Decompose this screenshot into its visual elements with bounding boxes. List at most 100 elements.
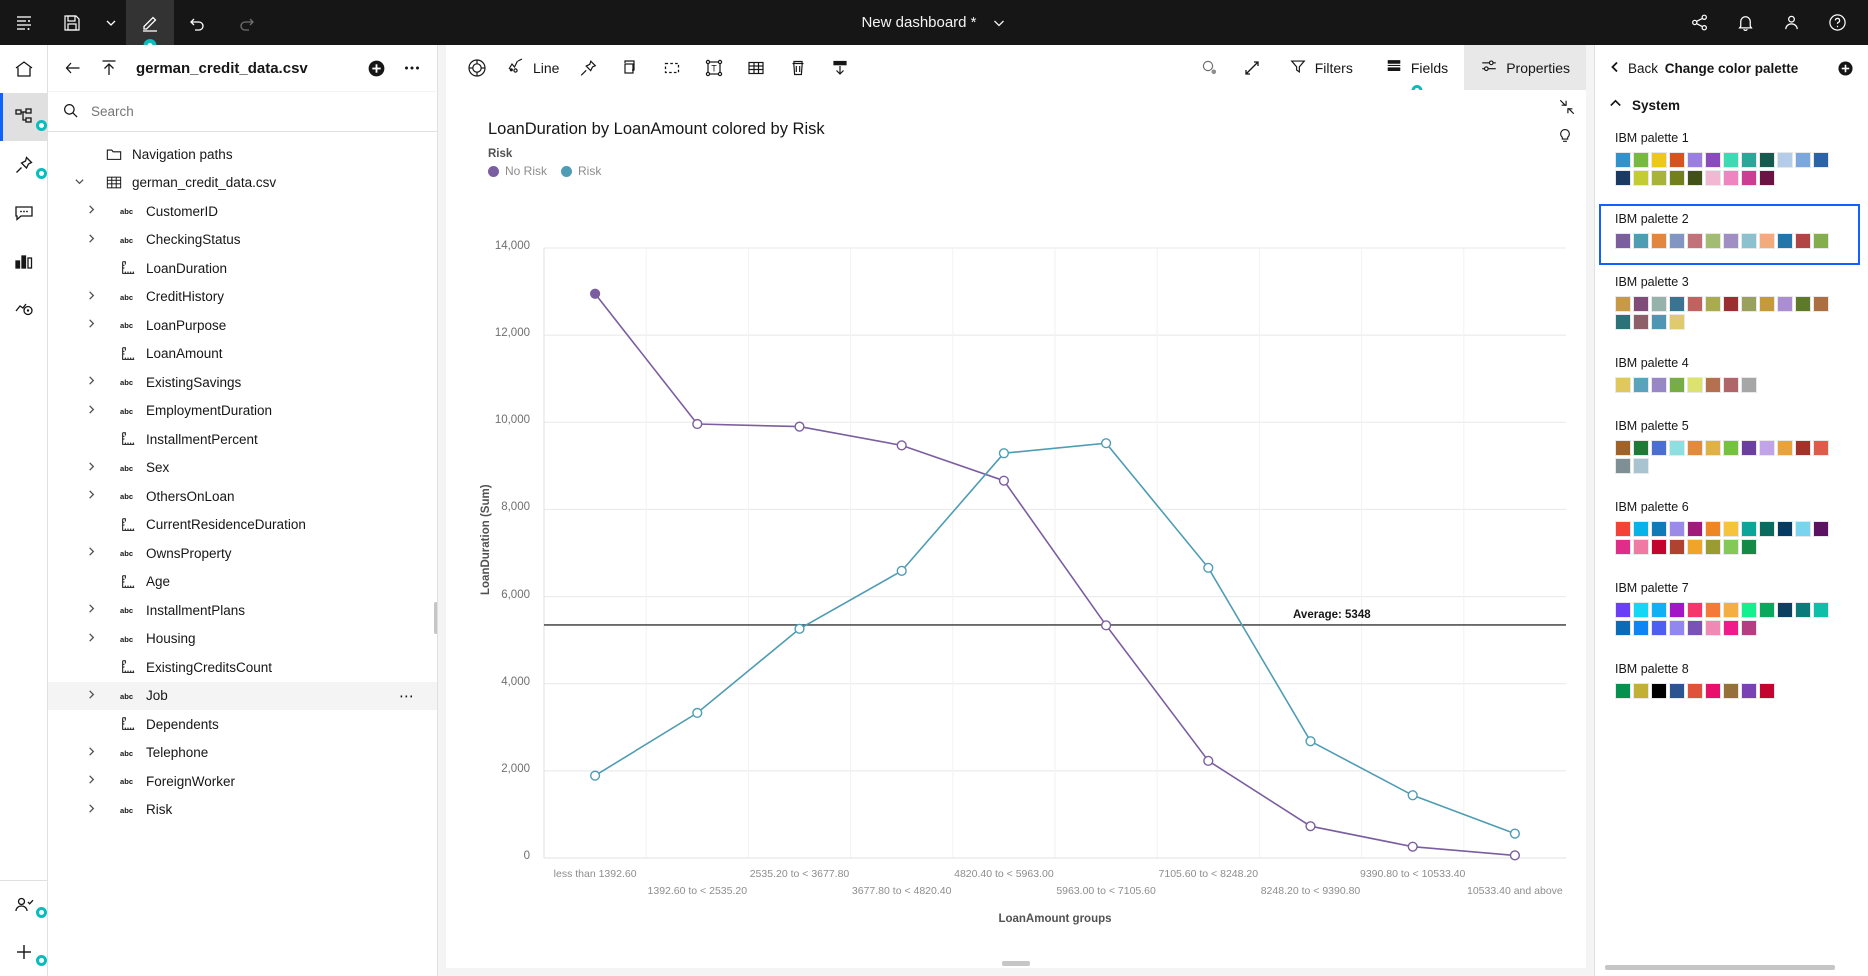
data-point[interactable] — [1100, 438, 1112, 449]
expand-icon[interactable] — [1231, 45, 1273, 90]
chevron-down-icon[interactable] — [72, 176, 86, 190]
user-avatar-icon[interactable] — [1768, 0, 1814, 45]
zoom-icon[interactable] — [1189, 45, 1231, 90]
data-point[interactable] — [1509, 828, 1521, 839]
row-overflow-menu-icon[interactable]: ⋯ — [399, 687, 415, 705]
data-point[interactable] — [1407, 841, 1418, 852]
rail-item-pinned[interactable] — [0, 141, 48, 189]
tree-item-ownsproperty[interactable]: abc OwnsProperty — [48, 539, 437, 568]
data-point[interactable] — [1305, 736, 1316, 747]
tab-fields[interactable]: Fields — [1369, 45, 1464, 96]
rail-item-collaborate[interactable] — [0, 880, 48, 928]
undo-icon[interactable] — [174, 0, 222, 45]
rail-item-explore[interactable] — [0, 285, 48, 333]
data-point[interactable] — [1203, 755, 1214, 766]
palette-option-3[interactable]: IBM palette 3 — [1599, 267, 1860, 346]
visualization-canvas[interactable]: LoanDuration by LoanAmount colored by Ri… — [446, 90, 1586, 968]
palette-option-6[interactable]: IBM palette 6 — [1599, 492, 1860, 571]
palette-list[interactable]: IBM palette 1 IBM palette 2 IBM palette 3 I… — [1595, 123, 1868, 976]
tree-item-loanamount[interactable]: LoanAmount — [48, 340, 437, 369]
chart-plot-area[interactable]: 0 2,000 4,000 6,000 8,000 10,000 12,000 14,000 L… — [446, 90, 1586, 968]
redo-icon[interactable] — [222, 0, 270, 45]
chevron-right-icon[interactable] — [84, 461, 98, 475]
data-point[interactable] — [998, 448, 1010, 459]
tree-item-existingsavings[interactable]: abc ExistingSavings — [48, 368, 437, 397]
data-tree-scroll[interactable]: Navigation paths german_credit_data.csv a… — [48, 132, 437, 976]
system-section-toggle[interactable]: System — [1595, 91, 1868, 123]
data-point[interactable] — [1407, 790, 1418, 801]
chevron-right-icon[interactable] — [84, 746, 98, 760]
tree-item-job[interactable]: abc Job ⋯ — [48, 681, 437, 710]
tree-item-loanduration[interactable]: LoanDuration — [48, 254, 437, 283]
palette-option-1[interactable]: IBM palette 1 — [1599, 123, 1860, 202]
grid-table-icon[interactable] — [735, 45, 777, 90]
data-point[interactable] — [692, 418, 703, 430]
tab-filters[interactable]: Filters — [1273, 45, 1369, 90]
tree-item-housing[interactable]: abc Housing — [48, 625, 437, 654]
help-icon[interactable] — [1814, 0, 1860, 45]
chevron-right-icon[interactable] — [84, 233, 98, 247]
data-point[interactable] — [692, 707, 703, 719]
overflow-menu-icon[interactable] — [399, 55, 425, 81]
chevron-right-icon[interactable] — [84, 632, 98, 646]
chevron-right-icon[interactable] — [84, 603, 98, 617]
rail-item-sources[interactable] — [0, 93, 48, 141]
tree-item-currentresidenceduration[interactable]: CurrentResidenceDuration — [48, 511, 437, 540]
chart-type-button[interactable]: Line — [498, 45, 567, 90]
rail-item-comments[interactable] — [0, 189, 48, 237]
chevron-right-icon[interactable] — [84, 204, 98, 218]
save-chevron-down-icon[interactable] — [96, 0, 126, 45]
tree-item-sex[interactable]: abc Sex — [48, 454, 437, 483]
data-point[interactable] — [896, 565, 907, 576]
delete-trash-icon[interactable] — [777, 45, 819, 90]
dashboard-title-area[interactable]: New dashboard * — [0, 14, 1868, 31]
menu-panel-icon[interactable] — [0, 0, 48, 45]
notification-bell-icon[interactable] — [1722, 0, 1768, 45]
tree-item-employmentduration[interactable]: abc EmploymentDuration — [48, 397, 437, 426]
tree-item-customerid[interactable]: abc CustomerID — [48, 197, 437, 226]
save-icon[interactable] — [48, 0, 96, 45]
add-source-icon[interactable] — [363, 55, 389, 81]
target-style-icon[interactable] — [456, 45, 498, 90]
palette-option-2[interactable]: IBM palette 2 — [1599, 204, 1860, 265]
data-point[interactable] — [896, 440, 907, 451]
chevron-right-icon[interactable] — [84, 546, 98, 560]
data-point[interactable] — [794, 421, 805, 432]
tab-properties[interactable]: Properties — [1464, 45, 1586, 90]
tree-item-navigation-paths[interactable]: Navigation paths — [48, 140, 437, 169]
data-point[interactable] — [998, 475, 1010, 486]
palette-option-4[interactable]: IBM palette 4 — [1599, 348, 1860, 409]
tree-item-age[interactable]: Age — [48, 568, 437, 597]
rail-item-add[interactable] — [0, 928, 48, 976]
chevron-right-icon[interactable] — [84, 689, 98, 703]
tree-item-loanpurpose[interactable]: abc LoanPurpose — [48, 311, 437, 340]
select-region-icon[interactable] — [651, 45, 693, 90]
chevron-right-icon[interactable] — [84, 404, 98, 418]
rail-item-home[interactable] — [0, 45, 48, 93]
chevron-right-icon[interactable] — [84, 803, 98, 817]
chevron-right-icon[interactable] — [84, 774, 98, 788]
data-point[interactable] — [794, 623, 805, 634]
share-icon[interactable] — [1676, 0, 1722, 45]
back-button[interactable]: Back — [1609, 61, 1658, 76]
palette-option-7[interactable]: IBM palette 7 — [1599, 573, 1860, 652]
tree-item-risk[interactable]: abc Risk — [48, 796, 437, 825]
data-point[interactable] — [1305, 821, 1316, 832]
data-point[interactable] — [1509, 850, 1521, 861]
data-point[interactable] — [1100, 620, 1112, 631]
download-icon[interactable] — [819, 45, 861, 90]
chevron-right-icon[interactable] — [84, 290, 98, 304]
search-input[interactable] — [91, 104, 423, 119]
chevron-right-icon[interactable] — [84, 489, 98, 503]
copy-icon[interactable] — [609, 45, 651, 90]
chevron-right-icon[interactable] — [84, 318, 98, 332]
tree-item-german-credit-data-csv[interactable]: german_credit_data.csv — [48, 169, 437, 198]
scrollbar-thumb[interactable] — [1605, 965, 1835, 970]
palette-option-5[interactable]: IBM palette 5 — [1599, 411, 1860, 490]
pin-icon[interactable] — [567, 45, 609, 90]
tree-item-foreignworker[interactable]: abc ForeignWorker — [48, 767, 437, 796]
upload-icon[interactable] — [96, 55, 122, 81]
data-point[interactable] — [1203, 562, 1214, 573]
tree-item-othersonloan[interactable]: abc OthersOnLoan — [48, 482, 437, 511]
tree-item-telephone[interactable]: abc Telephone — [48, 739, 437, 768]
